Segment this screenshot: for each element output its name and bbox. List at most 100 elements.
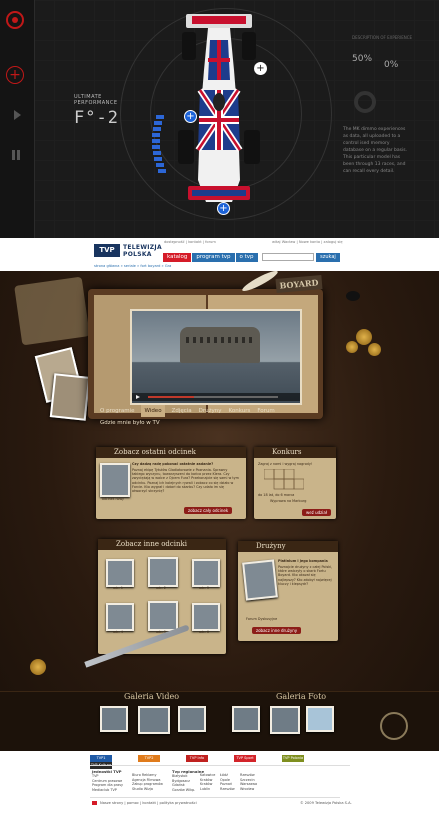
fort-windows bbox=[186, 337, 254, 343]
hero-model-name: F°-2 bbox=[74, 108, 119, 128]
gallery-photo-title[interactable]: Galeria Foto bbox=[276, 692, 326, 701]
hotspot-plus-icon[interactable]: + bbox=[254, 62, 267, 75]
footer-link[interactable]: Mediaclub TVP bbox=[92, 788, 123, 793]
account-links[interactable]: witaj Wacław | Nowe konto | zaloguj się bbox=[272, 240, 343, 244]
hero-sidebar: + bbox=[0, 0, 35, 238]
coin-icon bbox=[346, 341, 358, 353]
tvp-footer: TVP1 TVP2 TVP Info TVP Sport TVP Polonia… bbox=[0, 751, 439, 821]
latest-episode-body: Poznaj ekipę Tytułów Gladiatorowie z Poz… bbox=[132, 468, 239, 494]
episode-label[interactable]: odc. 6 bbox=[190, 630, 218, 634]
search-button[interactable]: szukaj bbox=[316, 253, 340, 262]
episode-label[interactable]: odc. 2 bbox=[147, 586, 175, 590]
latest-episode-panel: Zobacz ostatni odcinek odcinek nowy Czy … bbox=[96, 447, 246, 519]
play-icon[interactable] bbox=[14, 110, 21, 120]
copyright: © 2009 Telewizja Polska S.A. bbox=[300, 801, 352, 805]
footer-link[interactable]: Studio Wizja bbox=[132, 787, 163, 792]
menu-item-wideo[interactable]: Wideo bbox=[141, 405, 165, 417]
menu-item-zdjecia[interactable]: Zdjęcia bbox=[172, 405, 192, 417]
hero-description: The MK dimmo experiences as data, all up… bbox=[343, 127, 408, 174]
channel-logo-tvp-info[interactable]: TVP Info bbox=[186, 755, 208, 762]
pause-icon[interactable] bbox=[12, 150, 15, 160]
episode-label[interactable]: odc. 1 bbox=[104, 586, 132, 590]
episode-label[interactable]: odc. 3 bbox=[190, 586, 218, 590]
team-photo[interactable] bbox=[242, 559, 278, 601]
add-icon[interactable]: + bbox=[6, 66, 24, 84]
latest-episode-thumb-label: odcinek nowy bbox=[102, 497, 124, 501]
tvp-logo[interactable]: TVP bbox=[94, 244, 120, 257]
photo-thumbnail[interactable] bbox=[270, 706, 300, 734]
fort-boyard-section: BOYARD O programie Wideo Zdjęcia Drużyny… bbox=[0, 271, 439, 751]
contest-text: Zagraj z nami i wygraj nagrody! bbox=[258, 462, 313, 466]
coin-icon bbox=[368, 343, 381, 356]
video-thumbnail[interactable] bbox=[178, 706, 206, 732]
menu-item-gdzie-w-tv[interactable]: Gdzie mnie było w TV bbox=[100, 417, 160, 429]
menu-item-konkurs[interactable]: Konkurs bbox=[229, 405, 251, 417]
progress-arc-icon bbox=[152, 115, 166, 173]
video-play-icon[interactable] bbox=[136, 395, 140, 399]
menu-item-druzyny[interactable]: Drużyny bbox=[199, 405, 222, 417]
episode-thumbnail[interactable] bbox=[106, 559, 134, 587]
tab-o-tvp[interactable]: o tvp bbox=[235, 253, 258, 262]
episode-label[interactable]: odc. 4 bbox=[104, 630, 132, 634]
contest-prize: Wyprawa na Marburg bbox=[270, 499, 307, 503]
fort-image bbox=[180, 327, 260, 363]
latest-episode-headline: Czy dadzą radę pokonać ostatnie zadanie? bbox=[132, 462, 214, 466]
experience-left-value: 50% bbox=[352, 54, 373, 64]
channel-logos: TVP1 TVP2 TVP Info TVP Sport TVP Polonia… bbox=[90, 755, 350, 769]
footer-link[interactable]: Katowice bbox=[200, 773, 215, 778]
channel-logo-tvp-sport[interactable]: TVP Sport bbox=[234, 755, 256, 762]
channel-logo-tvp-polonia[interactable]: TVP Polonia bbox=[282, 755, 304, 762]
menu-item-o-programie[interactable]: O programie bbox=[100, 405, 134, 417]
gallery-bar: Galeria Video Galeria Foto bbox=[0, 691, 439, 751]
spider-icon bbox=[346, 291, 360, 301]
video-progress-bar[interactable] bbox=[148, 396, 278, 398]
coin-icon bbox=[356, 329, 372, 345]
latest-episode-thumbnail[interactable] bbox=[100, 463, 130, 497]
hotspot-plus-icon[interactable]: + bbox=[184, 110, 197, 123]
search-input[interactable] bbox=[262, 253, 314, 261]
all-teams-link[interactable]: zobacz inne drużyny bbox=[252, 627, 302, 634]
episode-thumbnail[interactable] bbox=[148, 601, 178, 631]
footer-link[interactable]: Lublin bbox=[200, 787, 215, 792]
channel-logo-tvp1[interactable]: TVP1 bbox=[90, 755, 112, 762]
teams-body: Poznajcie drużyny z całej Polski, które … bbox=[278, 565, 333, 586]
episode-thumbnail[interactable] bbox=[148, 557, 178, 587]
treasure-map-image bbox=[14, 276, 90, 346]
experience-caption: DESCRIPTION OF EXPERIENCE bbox=[352, 35, 413, 40]
watch-episode-link[interactable]: zobacz cały odcinek bbox=[184, 507, 233, 514]
gallery-video-title[interactable]: Galeria Video bbox=[124, 692, 179, 701]
tvp-brand: TELEWIZJA POLSKA bbox=[123, 244, 162, 258]
forum-link[interactable]: Forum Dyskusyjne bbox=[246, 617, 326, 621]
episode-thumbnail[interactable] bbox=[106, 603, 134, 631]
footer-divider bbox=[90, 765, 350, 766]
channel-logo-tvp2[interactable]: TVP2 bbox=[138, 755, 160, 762]
breadcrumb[interactable]: strona główna » seriale » fort boyard » … bbox=[94, 264, 171, 268]
contest-title: Konkurs bbox=[254, 447, 336, 458]
tab-program-tvp[interactable]: program tvp bbox=[192, 253, 235, 262]
hero-subtitle: ULTIMATE PERFORMANCE bbox=[74, 94, 118, 106]
tvp-header: dostępność | kontakt | forum witaj Wacła… bbox=[0, 238, 439, 271]
tvp-small-logo-icon[interactable] bbox=[92, 801, 97, 805]
video-thumbnail[interactable] bbox=[100, 706, 128, 732]
brand-line-2: POLSKA bbox=[123, 251, 152, 258]
photo-thumbnail[interactable] bbox=[232, 706, 260, 732]
footer-col-regional-2: Katowice Kraków Kraków Lublin bbox=[200, 773, 215, 791]
footer-divider bbox=[90, 797, 340, 798]
menu-item-forum[interactable]: Forum bbox=[257, 405, 274, 417]
tyre-icon bbox=[354, 91, 376, 113]
footer-link[interactable]: Rzeszów bbox=[220, 787, 235, 792]
brand-logo-icon[interactable] bbox=[6, 11, 24, 29]
main-nav: katalog program tvp o tvp bbox=[163, 253, 259, 262]
video-thumbnail[interactable] bbox=[138, 706, 170, 734]
photo-thumbnail[interactable] bbox=[306, 706, 334, 732]
top-links[interactable]: dostępność | kontakt | forum bbox=[164, 240, 216, 244]
episode-thumbnail[interactable] bbox=[192, 603, 220, 631]
footer-link[interactable]: Wrocław bbox=[240, 787, 257, 792]
contest-join-link[interactable]: weź udział bbox=[302, 509, 331, 516]
puzzle-grid-icon bbox=[264, 469, 304, 490]
footer-bottom-links[interactable]: Nasze strony | pomoc | kontakt | polityk… bbox=[100, 801, 197, 805]
hotspot-plus-icon[interactable]: + bbox=[217, 202, 230, 215]
episode-thumbnail[interactable] bbox=[192, 559, 220, 587]
footer-link[interactable]: Rzeszów bbox=[240, 773, 257, 778]
tab-katalog[interactable]: katalog bbox=[163, 253, 192, 262]
